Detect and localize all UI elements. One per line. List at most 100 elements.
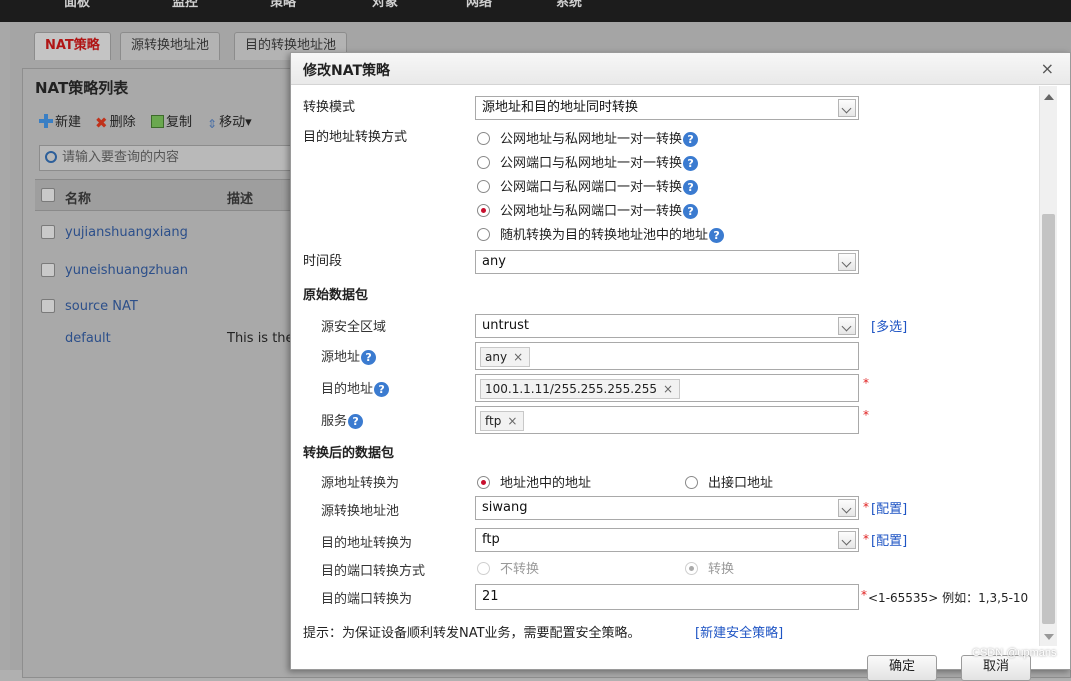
dst-port-value: 21 (482, 589, 499, 604)
dst-addr-label: 目的地址? (321, 378, 390, 397)
convert-mode-label: 转换模式 (303, 100, 356, 115)
close-icon[interactable]: × (1041, 59, 1054, 78)
dst-port-no-translate-radio[interactable]: 不转换 (477, 558, 539, 577)
row-checkbox[interactable] (41, 299, 55, 313)
scroll-down-icon[interactable] (1044, 634, 1054, 640)
service-label: 服务? (321, 410, 364, 429)
original-packet-heading: 原始数据包 (303, 288, 369, 303)
help-icon[interactable]: ? (683, 156, 699, 171)
src-pool-config-link[interactable]: [配置] (871, 498, 907, 517)
row-name-link[interactable]: source NAT (65, 299, 138, 314)
dst-method-radio-1[interactable]: 公网端口与私网地址一对一转换? (477, 152, 699, 171)
dialog-scrollbar[interactable] (1039, 86, 1057, 646)
radio-selected-icon (477, 476, 490, 489)
help-icon[interactable]: ? (683, 180, 699, 195)
chevron-down-icon[interactable] (838, 499, 856, 517)
row-checkbox[interactable] (41, 225, 55, 239)
dst-translate-select[interactable]: ftp (475, 528, 859, 552)
dst-addr-tag-input[interactable]: 100.1.1.11/255.255.255.255 × (475, 374, 859, 402)
chevron-down-icon[interactable] (838, 317, 856, 335)
top-nav-bar: 面板 监控 策略 对象 网络 系统 (0, 0, 1071, 22)
delete-button[interactable]: ✖ 删除 (95, 113, 136, 133)
dst-translate-value: ftp (482, 532, 500, 547)
dst-method-radio-4[interactable]: 随机转换为目的转换地址池中的地址? (477, 224, 725, 243)
time-range-select[interactable]: any (475, 250, 859, 274)
nav-item-system[interactable]: 系统 (556, 0, 582, 9)
dst-method-radio-2[interactable]: 公网端口与私网端口一对一转换? (477, 176, 699, 195)
chevron-down-icon[interactable] (838, 99, 856, 117)
chevron-down-icon[interactable] (838, 253, 856, 271)
edit-nat-policy-dialog: 修改NAT策略 × 转换模式 源地址和目的地址同时转换 目的地址转换方式 公网地… (290, 52, 1071, 681)
translated-packet-heading: 转换后的数据包 (303, 446, 395, 461)
radio-icon (477, 132, 490, 145)
dst-method-radio-0[interactable]: 公网地址与私网地址一对一转换? (477, 128, 699, 147)
delete-icon: ✖ (95, 114, 108, 132)
radio-icon (477, 156, 490, 169)
convert-mode-select[interactable]: 源地址和目的地址同时转换 (475, 96, 859, 120)
help-icon[interactable]: ? (709, 228, 725, 243)
src-translate-pool-radio[interactable]: 地址池中的地址 (477, 472, 591, 491)
dialog-footer: 确定 取消 (291, 647, 1070, 681)
src-zone-value: untrust (482, 318, 530, 333)
required-mark: * (863, 532, 869, 546)
nav-item-policy[interactable]: 策略 (270, 0, 296, 9)
remove-tag-icon[interactable]: × (513, 350, 523, 364)
src-zone-select[interactable]: untrust (475, 314, 859, 338)
service-tag-input[interactable]: ftp × (475, 406, 859, 434)
dst-addr-tag: 100.1.1.11/255.255.255.255 × (480, 379, 681, 399)
dst-port-input[interactable]: 21 (475, 584, 859, 610)
src-translate-interface-radio[interactable]: 出接口地址 (685, 472, 773, 491)
nav-item-panel[interactable]: 面板 (64, 0, 90, 9)
column-header-name[interactable]: 名称 (65, 188, 91, 207)
radio-icon (477, 180, 490, 193)
convert-mode-value: 源地址和目的地址同时转换 (482, 100, 639, 115)
dst-port-translate-radio[interactable]: 转换 (685, 558, 734, 577)
nav-item-network[interactable]: 网络 (466, 0, 492, 9)
help-icon[interactable]: ? (683, 132, 699, 147)
src-pool-value: siwang (482, 500, 528, 515)
dialog-body: 转换模式 源地址和目的地址同时转换 目的地址转换方式 公网地址与私网地址一对一转… (291, 86, 1070, 646)
scroll-up-icon[interactable] (1044, 94, 1054, 100)
copy-icon (151, 115, 164, 128)
remove-tag-icon[interactable]: × (507, 414, 517, 428)
new-button[interactable]: 新建 (39, 113, 81, 133)
dst-method-radio-3[interactable]: 公网地址与私网端口一对一转换? (477, 200, 699, 219)
row-checkbox[interactable] (41, 263, 55, 277)
scroll-thumb[interactable] (1042, 214, 1055, 624)
row-name-link[interactable]: yujianshuangxiang (65, 225, 188, 240)
dialog-header: 修改NAT策略 × (291, 53, 1070, 85)
copy-button[interactable]: 复制 (151, 113, 192, 133)
new-security-policy-link[interactable]: [新建安全策略] (695, 622, 783, 641)
help-icon[interactable]: ? (348, 414, 364, 429)
chevron-down-icon[interactable] (838, 531, 856, 549)
watermark: CSDN @upmans (972, 647, 1057, 659)
nav-item-monitor[interactable]: 监控 (172, 0, 198, 9)
tab-nat-policy[interactable]: NAT策略 (34, 32, 111, 60)
panel-title: NAT策略列表 (35, 79, 129, 97)
dst-port-hint: <1-65535> 例如：1,3,5-10 (868, 591, 1029, 605)
src-addr-tag-input[interactable]: any × (475, 342, 859, 370)
dst-translate-config-link[interactable]: [配置] (871, 530, 907, 549)
help-icon[interactable]: ? (374, 382, 390, 397)
tab-source-pool[interactable]: 源转换地址池 (120, 32, 221, 60)
nav-item-object[interactable]: 对象 (372, 0, 398, 9)
help-icon[interactable]: ? (683, 204, 699, 219)
row-name-link[interactable]: default (65, 331, 111, 346)
src-pool-select[interactable]: siwang (475, 496, 859, 520)
select-all-checkbox[interactable] (41, 188, 55, 202)
move-icon: ⇕ (207, 117, 218, 131)
required-mark: * (861, 588, 867, 602)
column-header-desc[interactable]: 描述 (227, 188, 253, 207)
row-name-link[interactable]: yuneishuangzhuan (65, 263, 188, 278)
remove-tag-icon[interactable]: × (663, 382, 673, 396)
ok-button[interactable]: 确定 (867, 655, 937, 681)
help-icon[interactable]: ? (361, 350, 377, 365)
move-button[interactable]: ⇕ 移动▾ (207, 113, 252, 133)
left-collapse-strip[interactable] (0, 22, 10, 670)
required-mark: * (863, 376, 869, 390)
service-tag: ftp × (480, 411, 525, 431)
multi-select-link[interactable]: [多选] (871, 316, 907, 335)
plus-icon (39, 114, 53, 128)
src-translate-label: 源地址转换为 (321, 476, 400, 491)
dst-port-label: 目的端口转换为 (321, 592, 413, 607)
